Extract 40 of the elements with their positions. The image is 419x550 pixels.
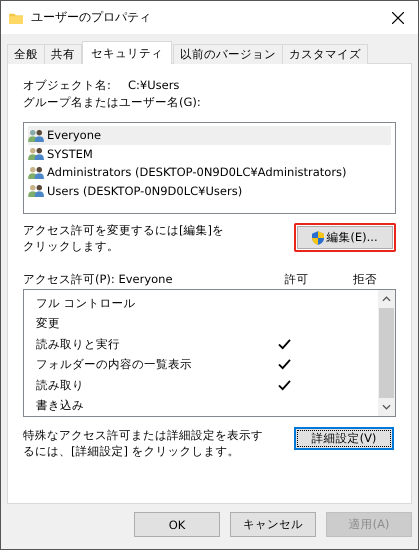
column-header: 許可 — [284, 272, 310, 288]
group-list[interactable]: Everyone SYSTEM Administrators (DESKTOP-0N9D0LC¥Administrators) Users (DESKTOP-0N9D0LC¥Users) — [23, 122, 396, 214]
column-header: 拒否 — [352, 272, 378, 288]
groups-label: グループ名またはユーザー名(G): — [23, 95, 202, 111]
tab[interactable]: 以前のバージョン — [173, 44, 283, 64]
dialog-button[interactable]: OK — [134, 512, 220, 537]
permission-name: フォルダーの内容の一覧表示 — [36, 357, 193, 372]
tab[interactable]: カスタマイズ — [282, 44, 368, 64]
scroll-down-icon[interactable] — [382, 404, 391, 410]
object-name-label: オブジェクト名: — [23, 78, 112, 94]
scroll-up-icon[interactable] — [382, 296, 391, 302]
group-list-item[interactable]: Administrators (DESKTOP-0N9D0LC¥Administrators) — [28, 163, 391, 182]
users-icon — [28, 147, 45, 160]
advanced-hint: 特殊なアクセス許可または詳細設定を表示するには、[詳細設定] をクリックします。 — [23, 427, 264, 459]
shield-icon — [312, 230, 324, 244]
tab[interactable]: セキュリティ — [82, 41, 172, 64]
dialog-button[interactable]: キャンセル — [230, 512, 316, 537]
permissions-label: アクセス許可(P): Everyone — [23, 272, 174, 288]
group-list-item[interactable]: SYSTEM — [28, 144, 391, 163]
users-icon — [28, 184, 45, 198]
permission-name: 読み取りと実行 — [36, 336, 121, 352]
permission-name: 書き込み — [36, 398, 85, 414]
scroll-thumb[interactable] — [379, 308, 394, 398]
advanced-button[interactable]: 詳細設定(V) — [294, 427, 394, 450]
edit-hint: アクセス許可を変更するには[編集]をクリックします。 — [23, 222, 225, 254]
group-list-item[interactable]: Users (DESKTOP-0N9D0LC¥Users) — [28, 182, 391, 200]
users-icon — [28, 128, 45, 142]
tab[interactable]: 共有 — [44, 44, 82, 64]
permission-name: フル コントロール — [36, 296, 137, 311]
window-title: ユーザーのプロパティ — [31, 9, 152, 26]
scrollbar[interactable] — [378, 290, 395, 416]
users-icon — [28, 166, 45, 179]
tab[interactable]: 全般 — [7, 44, 45, 64]
object-name-value: C:¥Users — [128, 78, 180, 94]
folder-icon — [9, 12, 23, 24]
permission-name: 読み取り — [36, 378, 85, 393]
group-list-item[interactable]: Everyone — [28, 126, 391, 144]
edit-button[interactable]: 編集(E)... — [297, 226, 393, 249]
close-icon[interactable] — [392, 12, 404, 24]
permission-name: 変更 — [36, 316, 61, 332]
